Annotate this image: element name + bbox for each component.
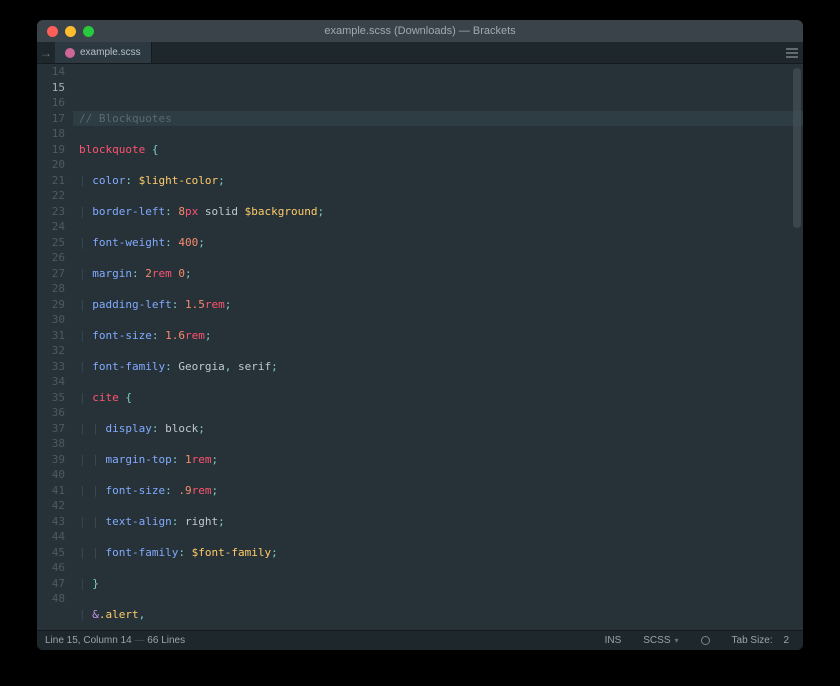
editor-area[interactable]: 1415161718192021222324252627282930313233… [37, 64, 803, 630]
code-text: // Blockquotes [79, 112, 172, 125]
line-number: 33 [37, 359, 65, 375]
line-number: 14 [37, 64, 65, 80]
line-number: 24 [37, 219, 65, 235]
line-number: 28 [37, 281, 65, 297]
line-number: 47 [37, 576, 65, 592]
line-number: 20 [37, 157, 65, 173]
line-number: 25 [37, 235, 65, 251]
window-controls [37, 26, 94, 37]
titlebar: example.scss (Downloads) — Brackets [37, 20, 803, 42]
line-number: 34 [37, 374, 65, 390]
line-number: 32 [37, 343, 65, 359]
line-number: 39 [37, 452, 65, 468]
line-number: 36 [37, 405, 65, 421]
line-number: 43 [37, 514, 65, 530]
linting-status[interactable] [695, 636, 716, 645]
line-number: 37 [37, 421, 65, 437]
statusbar: Line 15, Column 14 — 66 Lines INS SCSS▾ … [37, 630, 803, 650]
line-number: 21 [37, 173, 65, 189]
sass-icon [65, 48, 75, 58]
scrollbar[interactable] [793, 68, 801, 626]
scrollbar-thumb[interactable] [793, 68, 801, 228]
gutter: 1415161718192021222324252627282930313233… [37, 64, 73, 630]
sidebar-toggle-icon[interactable]: → [37, 42, 55, 63]
line-number: 29 [37, 297, 65, 313]
line-number: 31 [37, 328, 65, 344]
editor-window: example.scss (Downloads) — Brackets → ex… [37, 20, 803, 650]
cursor-position[interactable]: Line 15, Column 14 [45, 635, 132, 646]
menu-icon[interactable] [781, 42, 803, 63]
close-icon[interactable] [47, 26, 58, 37]
line-number: 17 [37, 111, 65, 127]
line-number: 41 [37, 483, 65, 499]
line-number: 26 [37, 250, 65, 266]
line-number: 42 [37, 498, 65, 514]
line-number: 48 [37, 591, 65, 607]
minimize-icon[interactable] [65, 26, 76, 37]
line-number: 18 [37, 126, 65, 142]
tab-filename: example.scss [80, 47, 141, 58]
code-content[interactable]: // Blockquotes blockquote { | color: $li… [73, 64, 803, 630]
window-title: example.scss (Downloads) — Brackets [37, 25, 803, 37]
line-count: 66 Lines [147, 635, 185, 646]
line-number: 46 [37, 560, 65, 576]
tab-example-scss[interactable]: example.scss [55, 42, 152, 63]
line-number: 40 [37, 467, 65, 483]
line-number: 38 [37, 436, 65, 452]
line-number: 35 [37, 390, 65, 406]
line-number: 19 [37, 142, 65, 158]
line-number: 44 [37, 529, 65, 545]
tabbar: → example.scss [37, 42, 803, 64]
line-number: 45 [37, 545, 65, 561]
insert-mode[interactable]: INS [599, 635, 628, 646]
tab-size[interactable]: Tab Size: 2 [726, 635, 795, 646]
line-number: 15 [37, 80, 65, 96]
language-mode[interactable]: SCSS▾ [637, 635, 684, 646]
line-number: 23 [37, 204, 65, 220]
line-number: 30 [37, 312, 65, 328]
line-number: 16 [37, 95, 65, 111]
line-number: 22 [37, 188, 65, 204]
zoom-icon[interactable] [83, 26, 94, 37]
line-number: 27 [37, 266, 65, 282]
